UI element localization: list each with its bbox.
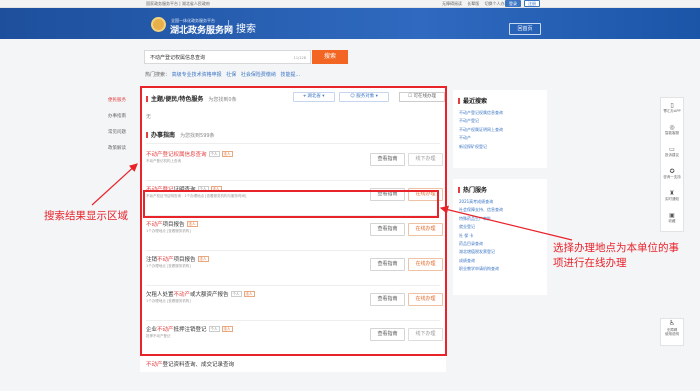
annotation-right-text-1: 选择办理地点为本单位的事 (553, 242, 679, 254)
annotation-arrows (91, 163, 573, 241)
annotation-arrow-right (439, 205, 573, 241)
annotation-left-text: 搜索结果显示区域 (44, 210, 128, 222)
annotation-right-text-2: 项进行在线办理 (553, 257, 627, 269)
annotation-arrow-left (91, 163, 138, 206)
